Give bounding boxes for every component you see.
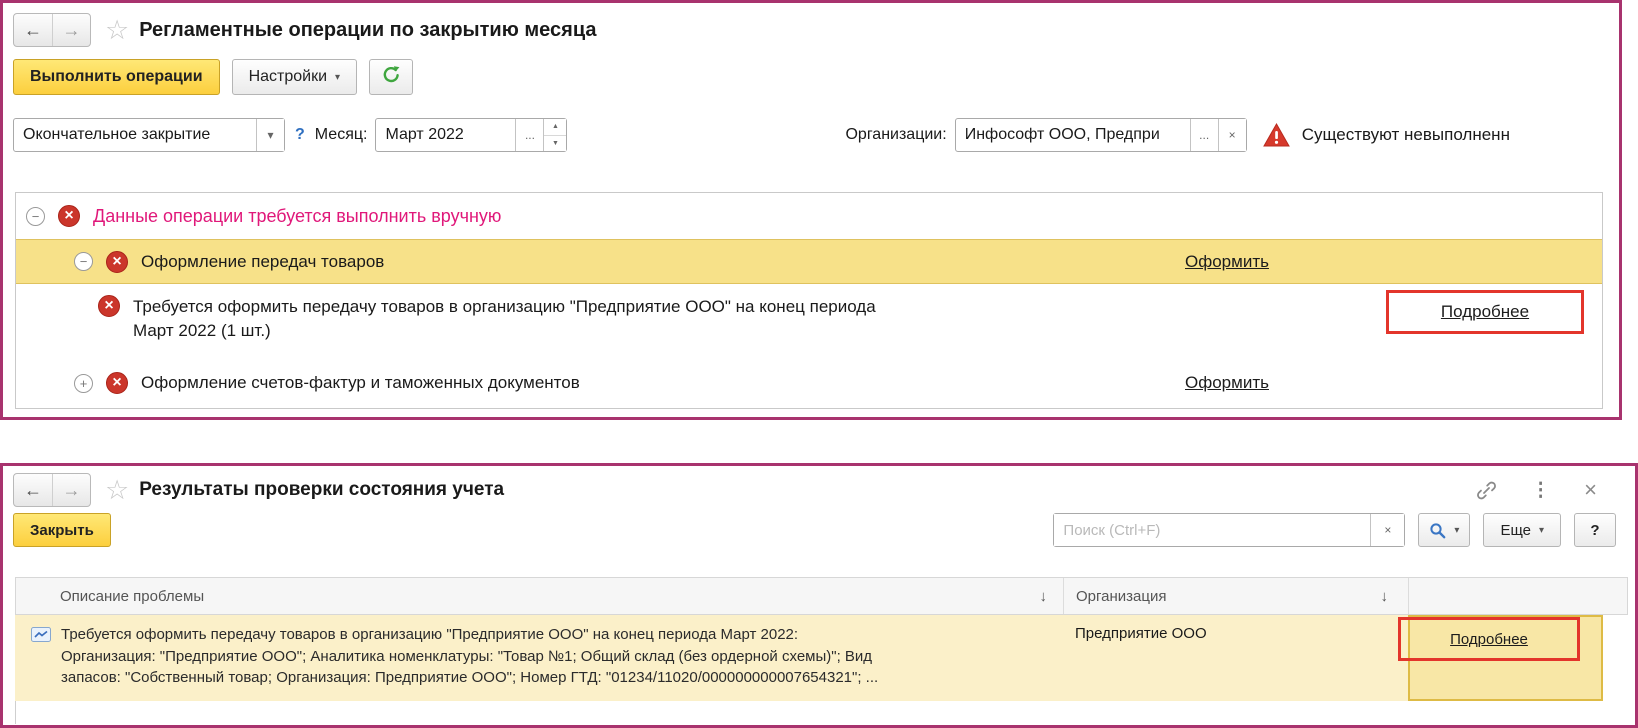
- page-title: Результаты проверки состояния учета: [139, 479, 504, 501]
- description-cell: Требуется оформить передачу товаров в ор…: [15, 615, 1063, 701]
- search-icon: [1429, 522, 1446, 539]
- refresh-button[interactable]: [369, 59, 413, 95]
- table-row[interactable]: Требуется оформить передачу товаров в ор…: [15, 615, 1603, 701]
- column-header-actions: [1409, 578, 1627, 614]
- close-button[interactable]: Закрыть: [13, 513, 111, 547]
- tree-row-invoices[interactable]: + × Оформление счетов-фактур и таможенны…: [16, 360, 1602, 406]
- forward-arrow-icon[interactable]: →: [52, 14, 90, 46]
- favorite-star-icon[interactable]: ☆: [105, 15, 129, 45]
- column-header-organization[interactable]: Организация ↓: [1064, 578, 1409, 614]
- collapse-icon[interactable]: −: [74, 252, 93, 271]
- search-zone: × ▾ Еще ▾ ?: [1053, 513, 1635, 547]
- search-clear-icon[interactable]: ×: [1370, 514, 1404, 546]
- tree-row-goods-transfer[interactable]: − × Оформление передач товаров Оформить: [16, 239, 1602, 284]
- check-results-window: ← → ☆ Результаты проверки состояния учет…: [0, 463, 1638, 728]
- window1-filter-row: Окончательное закрытие ▾ ? Месяц: Март 2…: [3, 95, 1619, 152]
- column-label: Организация: [1076, 588, 1166, 605]
- tree-group-row[interactable]: − × Данные операции требуется выполнить …: [16, 193, 1602, 239]
- column-header-description[interactable]: Описание проблемы ↓: [16, 578, 1064, 614]
- chevron-down-icon: ▾: [335, 72, 340, 83]
- month-closing-window: ← → ☆ Регламентные операции по закрытию …: [0, 0, 1622, 420]
- expand-icon[interactable]: +: [74, 374, 93, 393]
- collapse-icon[interactable]: −: [26, 207, 45, 226]
- page-title: Регламентные операции по закрытию месяца: [139, 19, 596, 42]
- chevron-down-icon: ▾: [1454, 525, 1459, 536]
- error-icon: ×: [58, 205, 80, 227]
- tree-row-label: Оформление счетов-фактур и таможенных до…: [141, 373, 580, 393]
- window1-title-row: ← → ☆ Регламентные операции по закрытию …: [3, 3, 1619, 47]
- organizations-field[interactable]: Инфософт ООО, Предпри ... ×: [955, 118, 1247, 152]
- back-arrow-icon[interactable]: ←: [14, 14, 52, 46]
- back-arrow-icon[interactable]: ←: [14, 474, 52, 506]
- get-link-icon[interactable]: [1476, 480, 1497, 501]
- month-spinner: ▲ ▼: [543, 119, 566, 151]
- error-icon: ×: [106, 372, 128, 394]
- month-picker-ellipsis-button[interactable]: ...: [515, 119, 543, 151]
- tree-detail-text: Требуется оформить передачу товаров в ор…: [133, 295, 876, 343]
- error-icon: ×: [98, 295, 120, 317]
- tree-row-label: Оформление передач товаров: [141, 252, 384, 272]
- report-icon: [31, 627, 51, 693]
- organizations-label: Организации:: [845, 126, 946, 144]
- organizations-clear-button[interactable]: ×: [1218, 119, 1246, 151]
- more-button-label: Еще: [1500, 522, 1531, 539]
- refresh-icon: [382, 65, 401, 89]
- column-label: Описание проблемы: [60, 588, 204, 605]
- run-operations-button[interactable]: Выполнить операции: [13, 59, 220, 95]
- table-header: Описание проблемы ↓ Организация ↓: [15, 577, 1628, 615]
- sort-down-icon: ↓: [1040, 588, 1064, 605]
- operations-tree: − × Данные операции требуется выполнить …: [15, 192, 1603, 409]
- annotation-highlight-box: Подробнее: [1398, 617, 1580, 661]
- settings-button[interactable]: Настройки ▾: [232, 59, 357, 95]
- closing-type-select[interactable]: Окончательное закрытие ▾: [13, 118, 285, 152]
- search-input[interactable]: [1054, 514, 1370, 546]
- window2-toolbar: Закрыть × ▾ Еще ▾ ?: [3, 507, 1635, 547]
- warning-text: Существуют невыполненн: [1302, 125, 1510, 145]
- chevron-down-icon: ▾: [1539, 525, 1544, 536]
- window1-toolbar: Выполнить операции Настройки ▾: [3, 47, 1619, 95]
- help-button[interactable]: ?: [1574, 513, 1616, 547]
- spinner-down-icon[interactable]: ▼: [544, 136, 566, 152]
- window2-title-row: ← → ☆ Результаты проверки состояния учет…: [3, 466, 1635, 507]
- help-link[interactable]: ?: [295, 126, 305, 144]
- table-empty-area: [15, 701, 1628, 724]
- sort-down-icon: ↓: [1381, 588, 1409, 605]
- settings-button-label: Настройки: [249, 68, 327, 86]
- close-window-icon[interactable]: ×: [1584, 479, 1597, 501]
- warning-triangle-icon: [1263, 123, 1290, 147]
- issue-link[interactable]: Оформить: [1161, 373, 1293, 393]
- problem-description: Требуется оформить передачу товаров в ор…: [61, 624, 878, 693]
- month-field[interactable]: Март 2022 ... ▲ ▼: [375, 118, 567, 152]
- month-value: Март 2022: [376, 119, 515, 151]
- month-label: Месяц:: [315, 126, 368, 144]
- window-controls: ⋮ ×: [1476, 479, 1623, 502]
- results-table: Описание проблемы ↓ Организация ↓ Требуе…: [15, 577, 1628, 724]
- annotation-highlight-box: Подробнее: [1386, 290, 1584, 334]
- forward-arrow-icon[interactable]: →: [52, 474, 90, 506]
- search-field[interactable]: ×: [1053, 513, 1405, 547]
- organization-cell: Предприятие ООО: [1063, 615, 1408, 701]
- error-icon: ×: [106, 251, 128, 273]
- closing-type-dropdown-icon[interactable]: ▾: [256, 119, 284, 151]
- favorite-star-icon[interactable]: ☆: [105, 475, 129, 505]
- nav-buttons: ← →: [13, 473, 91, 507]
- organizations-ellipsis-button[interactable]: ...: [1190, 119, 1218, 151]
- search-button[interactable]: ▾: [1418, 513, 1470, 547]
- nav-buttons: ← →: [13, 13, 91, 47]
- more-menu-icon[interactable]: ⋮: [1531, 479, 1550, 502]
- action-cell[interactable]: Подробнее: [1408, 615, 1603, 701]
- details-link[interactable]: Подробнее: [1441, 302, 1529, 322]
- closing-type-value: Окончательное закрытие: [14, 119, 256, 151]
- tree-group-label: Данные операции требуется выполнить вруч…: [93, 206, 501, 227]
- organizations-value: Инфософт ООО, Предпри: [956, 119, 1190, 151]
- details-link[interactable]: Подробнее: [1450, 631, 1528, 648]
- issue-link[interactable]: Оформить: [1161, 252, 1293, 272]
- more-button[interactable]: Еще ▾: [1483, 513, 1561, 547]
- tree-row-transfer-detail[interactable]: × Требуется оформить передачу товаров в …: [16, 284, 1602, 360]
- spinner-up-icon[interactable]: ▲: [544, 119, 566, 136]
